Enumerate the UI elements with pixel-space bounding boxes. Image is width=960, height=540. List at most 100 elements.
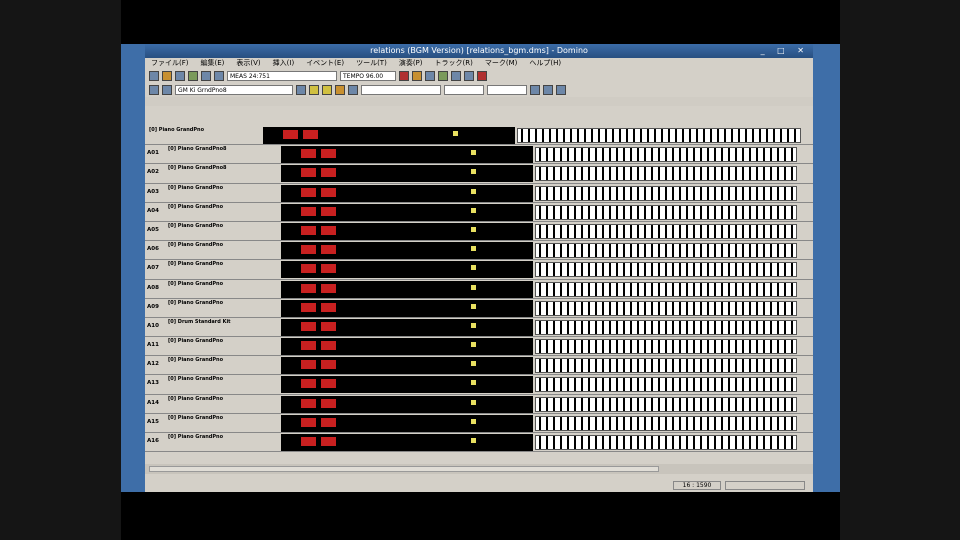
velocity-meter [301,398,316,408]
velocity-meter [321,149,336,159]
track-row[interactable]: A04 [0] Piano GrandPno [145,203,813,222]
track-row[interactable]: A03 [0] Piano GrandPno [145,184,813,203]
horizontal-scrollbar[interactable] [145,464,813,474]
velocity-meter [301,187,316,197]
print-icon[interactable] [149,85,159,95]
track-row[interactable]: A02 [0] Piano GrandPno8 [145,164,813,184]
track-number: A01 [147,150,159,157]
track-row[interactable]: A09 [0] Piano GrandPno [145,299,813,318]
stop-icon[interactable] [438,71,448,81]
grid-select[interactable] [444,85,484,95]
track-name[interactable]: [0] Piano GrandPno8 [168,146,227,152]
open-folder-icon[interactable] [162,71,172,81]
velocity-meter [321,341,336,351]
port-icon[interactable] [162,85,172,95]
new-file-icon[interactable] [149,71,159,81]
track-name[interactable]: [0] Piano GrandPno [168,376,223,382]
track-number: A14 [147,399,159,406]
activity-indicator [471,150,476,156]
track-name[interactable]: [0] Piano GrandPno [168,242,223,248]
activity-indicator [471,303,476,309]
channel-meters [281,184,533,202]
channel-meters [281,222,533,240]
loop-icon[interactable] [464,71,474,81]
zoom-out-icon[interactable] [543,85,553,95]
play-icon[interactable] [425,71,435,81]
track-row[interactable]: A12 [0] Piano GrandPno [145,356,813,376]
settings-icon[interactable] [477,71,487,81]
window-controls[interactable]: _ □ ✕ [761,44,809,58]
track-name[interactable]: [0] Piano GrandPno [168,415,223,421]
forward-icon[interactable] [451,71,461,81]
track-row[interactable]: A16 [0] Piano GrandPno [145,433,813,453]
velocity-meter [321,245,336,255]
track-name[interactable]: [0] Piano GrandPno [168,281,223,287]
keyboard-view [535,358,797,374]
instrument-select[interactable]: GM Ki GrndPno8 [175,85,293,95]
menu-view[interactable]: 表示(V) [236,58,260,69]
menu-play[interactable]: 演奏(P) [399,58,423,69]
menu-insert[interactable]: 挿入(I) [273,58,295,69]
record-icon[interactable] [399,71,409,81]
velocity-meter [301,379,316,389]
tempo-label: TEMPO [343,73,364,80]
window-title: relations (BGM Version) [relations_bgm.d… [370,46,588,55]
meas-display: MEAS 24:751 [227,71,337,81]
track-name[interactable]: [0] Piano GrandPno [168,338,223,344]
insert-icon[interactable] [296,85,306,95]
track-row[interactable]: A15 [0] Piano GrandPno [145,414,813,433]
track-row[interactable]: A13 [0] Piano GrandPno [145,375,813,395]
menu-help[interactable]: ヘルプ(H) [529,58,561,69]
redo-icon[interactable] [214,71,224,81]
track-row[interactable]: A10 [0] Drum Standard Kit [145,318,813,338]
track-name[interactable]: [0] Piano GrandPno [168,185,223,191]
eraser-icon[interactable] [335,85,345,95]
track-name[interactable]: [0] Piano GrandPno [168,204,223,210]
velocity-meter [321,321,336,331]
menu-event[interactable]: イベント(E) [306,58,344,69]
piano-roll-icon[interactable] [556,85,566,95]
track-row[interactable]: A11 [0] Piano GrandPno [145,337,813,357]
track-name[interactable]: [0] Piano GrandPno8 [168,165,227,171]
track-name[interactable]: [0] Piano GrandPno [149,127,204,133]
menu-tools[interactable]: ツール(T) [356,58,387,69]
track-row[interactable]: A01 [0] Piano GrandPno8 [145,145,813,165]
keyboard-view [535,185,797,201]
track-name[interactable]: [0] Piano GrandPno [168,300,223,306]
zoom-in-icon[interactable] [530,85,540,95]
menu-track[interactable]: トラック(R) [435,58,473,69]
track-row[interactable]: A08 [0] Piano GrandPno [145,280,813,299]
track-name[interactable]: [0] Piano GrandPno [168,357,223,363]
track-name[interactable]: [0] Piano GrandPno [168,261,223,267]
menu-mark[interactable]: マーク(M) [485,58,518,69]
brush-icon[interactable] [322,85,332,95]
save-icon[interactable] [175,71,185,81]
track-name[interactable]: [0] Piano GrandPno [168,223,223,229]
select-icon[interactable] [348,85,358,95]
velocity-meter [321,379,336,389]
channel-meters [281,242,533,260]
track-number: A04 [147,207,159,214]
velocity-meter [301,321,316,331]
track-name[interactable]: [0] Drum Standard Kit [168,319,231,325]
undo-icon[interactable] [201,71,211,81]
scroll-thumb[interactable] [149,466,659,472]
length-select[interactable] [487,85,527,95]
menu-edit[interactable]: 編集(E) [201,58,225,69]
track-row[interactable]: A05 [0] Piano GrandPno [145,222,813,242]
channel-meters [281,376,533,394]
track-row[interactable]: A14 [0] Piano GrandPno [145,395,813,414]
track-name[interactable]: [0] Piano GrandPno [168,434,223,440]
activity-indicator [471,246,476,252]
master-track-row[interactable]: [0] Piano GrandPno [145,126,813,146]
track-row[interactable]: A06 [0] Piano GrandPno [145,241,813,261]
event-filter-select[interactable] [361,85,441,95]
rewind-icon[interactable] [412,71,422,81]
cut-icon[interactable] [188,71,198,81]
track-name[interactable]: [0] Piano GrandPno [168,396,223,402]
channel-meters [281,318,533,336]
menu-file[interactable]: ファイル(F) [151,58,189,69]
velocity-meter [301,225,316,235]
pencil-icon[interactable] [309,85,319,95]
track-row[interactable]: A07 [0] Piano GrandPno [145,260,813,280]
